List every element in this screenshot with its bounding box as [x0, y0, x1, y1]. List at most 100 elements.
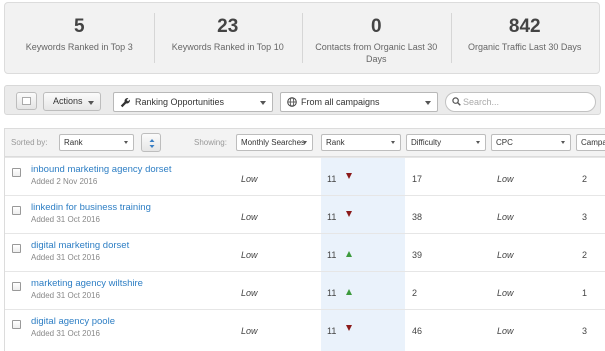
added-date: Added 31 Oct 2016 — [31, 253, 100, 262]
monthly-searches-cell: Low — [241, 174, 258, 184]
search-input[interactable] — [463, 95, 588, 109]
difficulty-cell: 2 — [412, 288, 418, 298]
column-label: Campaign — [581, 138, 605, 147]
rank-cell: 11 — [327, 174, 337, 184]
cpc-cell: Low — [497, 212, 514, 222]
table-row: linkedin for business training Added 31 … — [5, 195, 605, 233]
rank-down-icon — [346, 173, 352, 179]
chevron-down-icon — [425, 101, 431, 105]
cpc-cell: Low — [497, 288, 514, 298]
stat-label: Keywords Ranked in Top 10 — [171, 42, 284, 52]
sort-by-value: Rank — [64, 138, 83, 147]
keyword-link[interactable]: marketing agency wiltshire — [31, 278, 143, 289]
chevron-down-icon — [303, 141, 307, 144]
rank-down-icon — [346, 211, 352, 217]
rank-cell: 11 — [327, 250, 337, 260]
rank-up-icon — [346, 289, 352, 295]
ranking-view-select[interactable]: Ranking Opportunities — [113, 92, 273, 112]
keyword-link[interactable]: linkedin for business training — [31, 202, 151, 213]
difficulty-cell: 39 — [412, 250, 423, 260]
column-label: Monthly Searches — [241, 138, 306, 147]
sort-direction-button[interactable] — [141, 133, 161, 152]
chevron-down-icon — [476, 141, 480, 144]
row-checkbox[interactable] — [12, 168, 21, 177]
stat-top3: 5 Keywords Ranked in Top 3 — [5, 3, 154, 73]
table-row: digital marketing dorset Added 31 Oct 20… — [5, 233, 605, 271]
sort-arrows-icon — [149, 139, 155, 148]
sort-by-select[interactable]: Rank — [59, 134, 134, 151]
added-date: Added 2 Nov 2016 — [31, 177, 98, 186]
column-label: CPC — [496, 138, 513, 147]
column-label: Difficulty — [411, 138, 442, 147]
actions-button[interactable]: Actions — [43, 92, 101, 111]
column-label: Rank — [326, 138, 345, 147]
stats-panel: 5 Keywords Ranked in Top 3 23 Keywords R… — [4, 2, 600, 74]
campaign-cell: 2 — [582, 174, 588, 184]
column-monthly-searches[interactable]: Monthly Searches — [236, 134, 313, 151]
campaign-cell: 1 — [582, 288, 588, 298]
keyword-link[interactable]: digital marketing dorset — [31, 240, 129, 251]
monthly-searches-cell: Low — [241, 212, 258, 222]
difficulty-cell: 38 — [412, 212, 423, 222]
monthly-searches-cell: Low — [241, 288, 258, 298]
chevron-down-icon — [124, 141, 128, 144]
keyword-link[interactable]: inbound marketing agency dorset — [31, 164, 171, 175]
chevron-down-icon — [561, 141, 565, 144]
rank-cell: 11 — [327, 212, 337, 222]
rank-cell: 11 — [327, 288, 337, 298]
chevron-down-icon — [391, 141, 395, 144]
table-row: marketing agency wiltshire Added 31 Oct … — [5, 271, 605, 309]
wrench-icon — [120, 98, 130, 108]
stat-top10: 23 Keywords Ranked in Top 10 — [153, 3, 303, 73]
stat-value: 23 — [217, 16, 239, 37]
table-header: Sorted by: Rank Showing: Monthly Searche… — [5, 129, 605, 157]
cpc-cell: Low — [497, 250, 514, 260]
row-checkbox[interactable] — [12, 244, 21, 253]
cpc-cell: Low — [497, 174, 514, 184]
difficulty-cell: 17 — [412, 174, 423, 184]
campaign-cell: 3 — [582, 212, 588, 222]
campaign-cell: 3 — [582, 326, 588, 336]
monthly-searches-cell: Low — [241, 326, 258, 336]
rank-down-icon — [346, 325, 352, 331]
globe-icon — [287, 97, 297, 107]
column-cpc[interactable]: CPC — [491, 134, 571, 151]
difficulty-cell: 46 — [412, 326, 423, 336]
column-difficulty[interactable]: Difficulty — [406, 134, 486, 151]
rank-up-icon — [346, 251, 352, 257]
added-date: Added 31 Oct 2016 — [31, 329, 100, 338]
keyword-link[interactable]: digital agency poole — [31, 316, 115, 327]
campaign-cell: 2 — [582, 250, 588, 260]
table-row: digital agency poole Added 31 Oct 2016 L… — [5, 309, 605, 347]
select-all-checkbox[interactable] — [16, 92, 37, 110]
stat-value: 0 — [370, 16, 382, 37]
added-date: Added 31 Oct 2016 — [31, 291, 100, 300]
actions-label: Actions — [53, 96, 83, 106]
stat-contacts: 0 Contacts from Organic Last 30 Days — [302, 3, 451, 73]
checkbox-box — [22, 97, 31, 105]
row-checkbox[interactable] — [12, 282, 21, 291]
column-rank[interactable]: Rank — [321, 134, 401, 151]
stat-label: Keywords Ranked in Top 3 — [25, 42, 133, 52]
row-checkbox[interactable] — [12, 320, 21, 329]
keywords-table: Sorted by: Rank Showing: Monthly Searche… — [4, 128, 605, 351]
stat-traffic: 842 Organic Traffic Last 30 Days — [450, 3, 600, 73]
ranking-select-value: Ranking Opportunities — [135, 97, 225, 107]
stat-value: 842 — [508, 16, 541, 37]
monthly-searches-cell: Low — [241, 250, 258, 260]
stat-label: Organic Traffic Last 30 Days — [468, 42, 582, 52]
chevron-down-icon — [88, 101, 94, 105]
search-icon — [452, 97, 461, 106]
stat-value: 5 — [73, 16, 85, 37]
showing-label: Showing: — [194, 138, 227, 147]
chevron-down-icon — [260, 101, 266, 105]
table-row: inbound marketing agency dorset Added 2 … — [5, 157, 605, 195]
toolbar: Actions Ranking Opportunities From all c… — [4, 85, 601, 115]
stat-label: Contacts from Organic Last 30 Days — [315, 42, 438, 64]
rank-cell: 11 — [327, 326, 337, 336]
search-box — [445, 92, 596, 112]
row-checkbox[interactable] — [12, 206, 21, 215]
column-campaign[interactable]: Campaign — [576, 134, 605, 151]
campaign-select-value: From all campaigns — [301, 97, 380, 107]
campaign-filter-select[interactable]: From all campaigns — [280, 92, 438, 112]
